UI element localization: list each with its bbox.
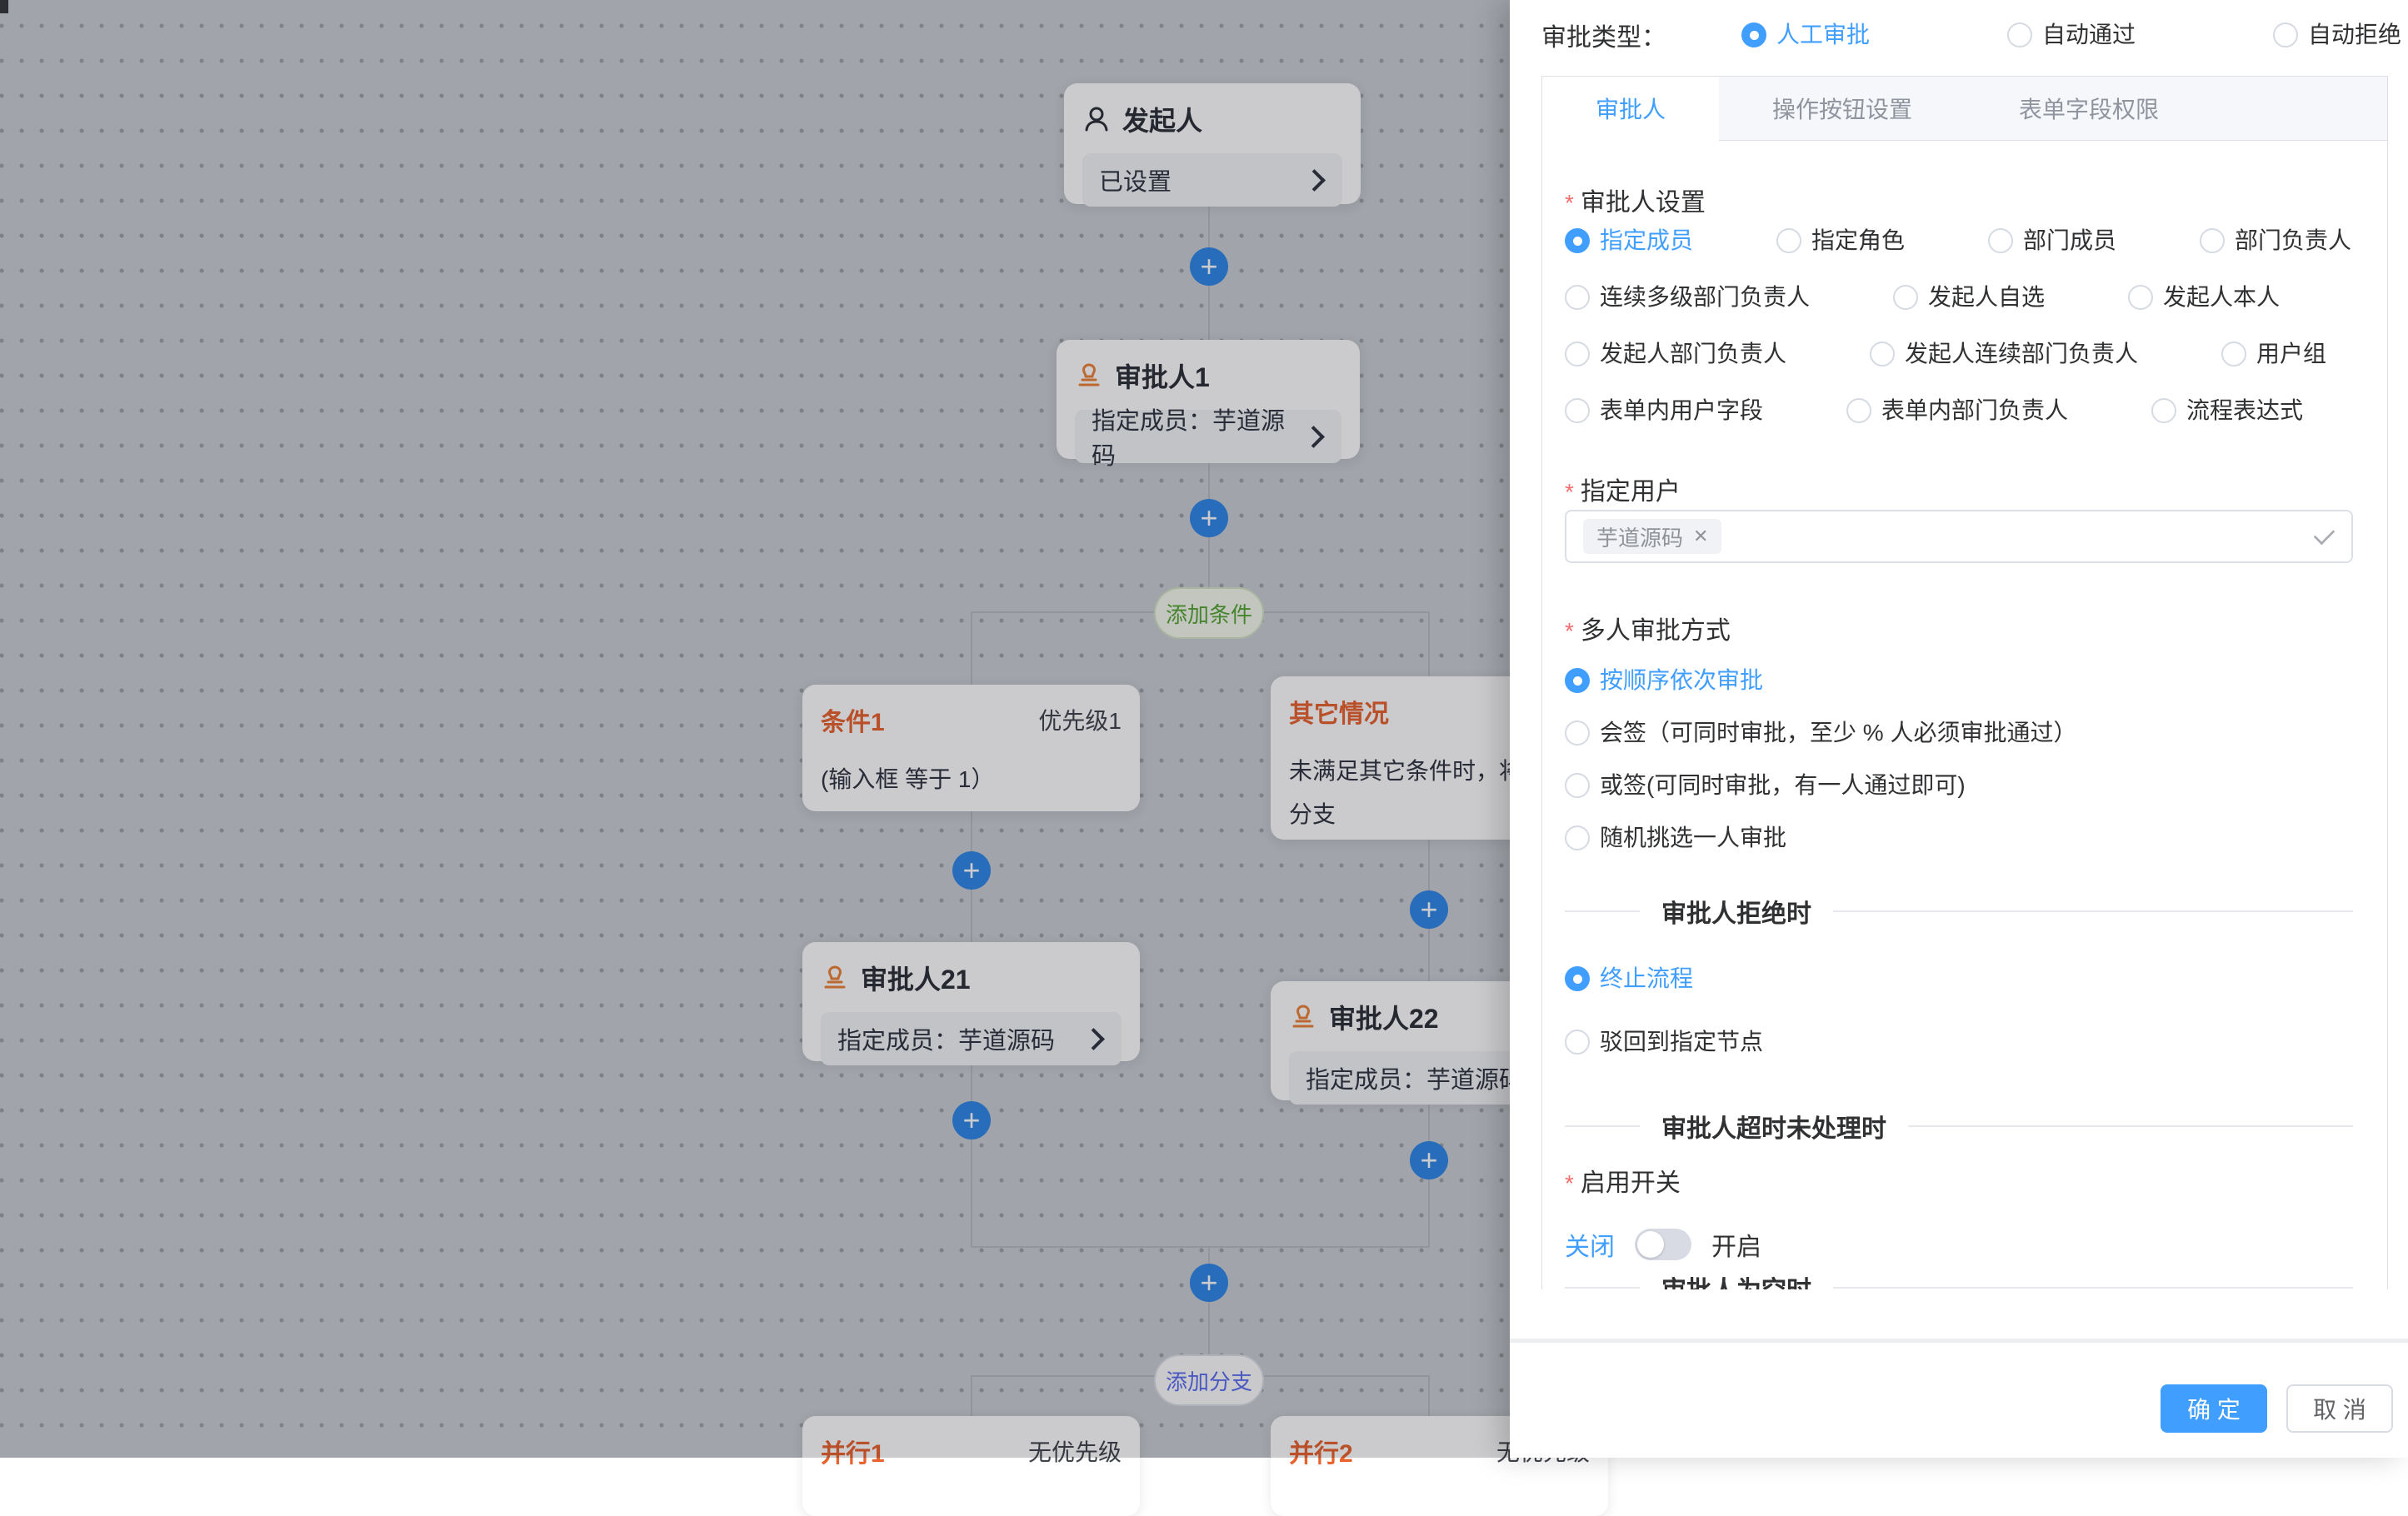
radio-icon — [1565, 721, 1590, 746]
radio-or-sign[interactable]: 或签(可同时审批，有一人通过即可) — [1565, 771, 2076, 800]
radio-icon — [1776, 228, 1801, 253]
switch-on-label: 开启 — [1711, 1226, 1761, 1263]
radio-user-group[interactable]: 用户组 — [2221, 340, 2326, 368]
radio-icon — [1893, 285, 1918, 310]
radio-icon — [1565, 228, 1590, 253]
reject-section-title: 审批人拒绝时 — [1661, 893, 1811, 930]
radio-form-user-field[interactable]: 表单内用户字段 — [1565, 396, 1763, 425]
radio-icon — [1565, 668, 1590, 693]
radio-multi-level-dept-leader[interactable]: 连续多级部门负责人 — [1565, 283, 1810, 312]
radio-icon — [2128, 285, 2153, 310]
radio-random-one[interactable]: 随机挑选一人审批 — [1565, 824, 2076, 852]
radio-icon — [1565, 285, 1590, 310]
radio-icon — [1870, 342, 1895, 367]
tab-button-settings[interactable]: 操作按钮设置 — [1719, 77, 1966, 140]
enable-switch-label: 启用开关 — [1565, 1162, 1681, 1199]
assign-user-label: 指定用户 — [1565, 471, 1681, 507]
radio-icon — [1846, 398, 1871, 423]
timeout-section-title: 审批人超时未处理时 — [1661, 1108, 1886, 1144]
radio-designated-member[interactable]: 指定成员 — [1565, 227, 1693, 255]
radio-icon — [2151, 398, 2176, 423]
radio-manual-approve[interactable]: 人工审批 — [1741, 21, 1870, 49]
footer-divider — [1510, 1339, 2408, 1343]
timeout-section-divider: 审批人超时未处理时 — [1565, 1111, 2353, 1141]
empty-section-divider: 审批人为空时 — [1565, 1271, 2353, 1289]
user-tag-label: 芋道源码 — [1596, 521, 1683, 552]
radio-icon — [1565, 773, 1590, 798]
switch-off-label: 关闭 — [1565, 1226, 1615, 1263]
radio-sequential-approve[interactable]: 按顺序依次审批 — [1565, 666, 2076, 695]
radio-icon — [2273, 22, 2298, 47]
timeout-switch-row: 关闭 开启 — [1565, 1226, 1761, 1263]
radio-icon — [1565, 966, 1590, 991]
radio-initiator-self[interactable]: 发起人本人 — [2128, 283, 2280, 312]
radio-dept-leader[interactable]: 部门负责人 — [2200, 227, 2351, 255]
approve-type-label: 审批类型： — [1541, 17, 1666, 53]
radio-icon — [1565, 398, 1590, 423]
radio-return-to-node[interactable]: 驳回到指定节点 — [1565, 1028, 1763, 1056]
radio-initiator-multi-dept-leader[interactable]: 发起人连续部门负责人 — [1870, 340, 2138, 368]
reject-section-divider: 审批人拒绝时 — [1565, 896, 2353, 926]
radio-icon — [1988, 228, 2013, 253]
radio-process-expression[interactable]: 流程表达式 — [2151, 396, 2303, 425]
radio-icon — [1741, 22, 1766, 47]
remove-tag-icon[interactable]: ✕ — [1693, 526, 1708, 547]
approve-type-radio-group: 人工审批 自动通过 自动拒绝 — [1741, 21, 2401, 49]
radio-auto-reject[interactable]: 自动拒绝 — [2273, 21, 2401, 49]
radio-terminate-process[interactable]: 终止流程 — [1565, 965, 1763, 993]
multi-mode-radio-group: 按顺序依次审批 会签（可同时审批，至少 % 人必须审批通过） 或签(可同时审批，… — [1565, 666, 2076, 852]
tab-form-field-permissions[interactable]: 表单字段权限 — [1966, 77, 2212, 140]
radio-icon — [2200, 228, 2225, 253]
chevron-down-icon — [2314, 523, 2335, 544]
reject-radio-group: 终止流程 驳回到指定节点 — [1565, 965, 1763, 1056]
assign-user-select[interactable]: 芋道源码 ✕ — [1565, 510, 2353, 563]
radio-form-dept-leader[interactable]: 表单内部门负责人 — [1846, 396, 2068, 425]
confirm-button[interactable]: 确 定 — [2161, 1384, 2267, 1433]
user-tag: 芋道源码 ✕ — [1583, 519, 1721, 554]
radio-icon — [2221, 342, 2246, 367]
multi-mode-label: 多人审批方式 — [1565, 610, 1731, 646]
approver-setting-radio-group: 指定成员 指定角色 部门成员 部门负责人 连续多级部门负责人 发起人自选 发起人… — [1565, 227, 2358, 425]
radio-initiator-dept-leader[interactable]: 发起人部门负责人 — [1565, 340, 1786, 368]
cancel-button[interactable]: 取 消 — [2286, 1384, 2393, 1433]
empty-section-title: 审批人为空时 — [1661, 1269, 1811, 1289]
radio-designated-role[interactable]: 指定角色 — [1776, 227, 1905, 255]
timeout-toggle[interactable] — [1635, 1229, 1691, 1260]
radio-dept-member[interactable]: 部门成员 — [1988, 227, 2116, 255]
approver-setting-label: 审批人设置 — [1565, 182, 1706, 218]
radio-icon — [1565, 1030, 1590, 1055]
approval-settings-drawer: 审批类型： 人工审批 自动通过 自动拒绝 审批人 操作按钮设 — [1510, 0, 2408, 1458]
radio-initiator-select[interactable]: 发起人自选 — [1893, 283, 2045, 312]
drawer-scroll-area[interactable]: 审批类型： 人工审批 自动通过 自动拒绝 审批人 操作按钮设 — [1510, 0, 2408, 1289]
radio-icon — [1565, 342, 1590, 367]
radio-icon — [2007, 22, 2032, 47]
radio-countersign[interactable]: 会签（可同时审批，至少 % 人必须审批通过） — [1565, 719, 2076, 747]
tabs-header: 审批人 操作按钮设置 表单字段权限 — [1542, 77, 2387, 141]
toggle-knob — [1637, 1231, 1664, 1258]
radio-icon — [1565, 825, 1590, 850]
radio-auto-approve[interactable]: 自动通过 — [2007, 21, 2136, 49]
tab-approver[interactable]: 审批人 — [1542, 77, 1719, 141]
